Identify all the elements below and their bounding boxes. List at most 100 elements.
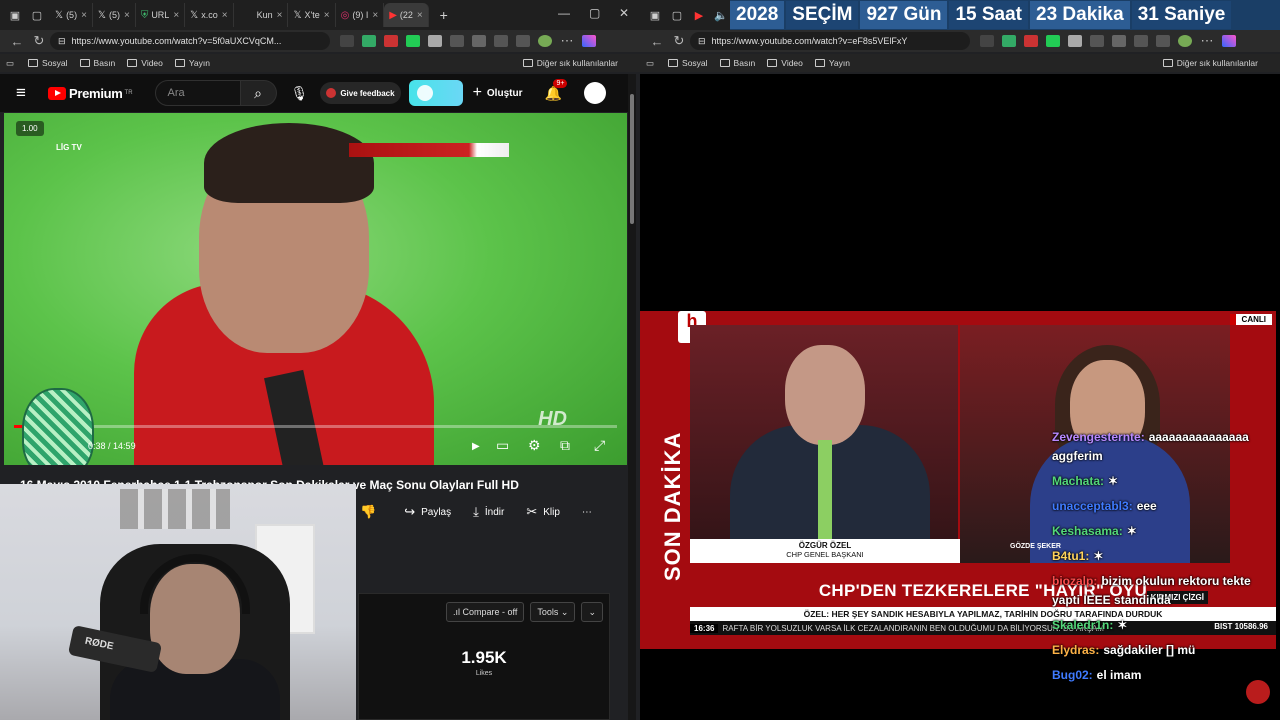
close-tab-icon[interactable]: × [124,10,130,21]
favorites-icon[interactable] [494,35,508,47]
shield-icon[interactable] [516,35,530,47]
play-icon[interactable]: ▶ [472,441,480,452]
extension-icon[interactable] [1024,35,1038,47]
bookmark-sosyal[interactable]: Sosyal [28,58,68,68]
account-avatar[interactable] [583,82,606,104]
mic-icon[interactable]: 🎙 [291,85,309,102]
tab-6[interactable]: ◎ (9) I × [336,3,385,27]
back-icon[interactable]: ← [6,34,28,49]
extension-icon[interactable] [450,35,464,47]
other-bookmarks[interactable]: Diğer sık kullanılanlar [1162,54,1258,72]
back-icon[interactable]: ← [646,34,668,49]
expand-dropdown[interactable]: ⌄ [581,602,603,622]
speaker-icon[interactable]: 🔈 [712,6,730,24]
bookmark-video[interactable]: Video [767,58,803,68]
compare-button[interactable]: .ıl Compare - off [446,602,525,622]
site-info-icon[interactable]: ⊟ [698,36,706,47]
extension-icon[interactable] [340,35,354,47]
extension-icon[interactable] [406,35,420,47]
live-stream-view[interactable]: h CANLI SON DAKİKA ÖZGÜR ÖZEL CHP GENEL … [640,74,1280,720]
search-input[interactable]: Ara [154,80,241,106]
tab-active-youtube[interactable]: ▶ (22 × [384,3,429,27]
bookmark-basin[interactable]: Basın [79,58,115,68]
youtube-logo[interactable]: Premium TR [48,86,133,101]
close-tab-icon[interactable]: × [277,10,283,21]
favorites-icon[interactable] [1134,35,1148,47]
tab-5[interactable]: 𝕏 X'te × [288,3,336,27]
tools-dropdown[interactable]: Tools ⌄ [530,602,576,622]
share-button[interactable]: ↪ Paylaş [404,504,451,520]
close-tab-icon[interactable]: × [372,10,378,21]
copilot-icon[interactable] [1222,35,1236,47]
tab-4[interactable]: Kun × [252,3,289,27]
bookmark-yayin[interactable]: Yayın [174,58,210,68]
profile-avatar[interactable] [538,35,552,47]
extension-toggle-button[interactable] [408,80,463,106]
url-field[interactable]: ⊟ https://www.youtube.com/watch?v=eF8s5V… [690,32,970,50]
url-field[interactable]: ⊟ https://www.youtube.com/watch?v=5f0aUX… [50,32,330,50]
bookmark-video[interactable]: Video [127,58,163,68]
extension-icon[interactable] [362,35,376,47]
extension-icon[interactable] [1002,35,1016,47]
tab-list-icon[interactable]: ▭ [6,58,14,69]
fullscreen-icon[interactable]: ⤢ [594,437,605,454]
settings-icon[interactable]: ⚙ [528,437,541,454]
extension-icon[interactable] [428,35,442,47]
close-tab-icon[interactable]: × [324,10,330,21]
subtitles-icon[interactable]: ▭ [496,437,509,454]
reload-icon[interactable]: ↻ [668,33,690,49]
new-tab-icon[interactable]: + [435,6,453,24]
more-menu-icon[interactable]: ⋯ [1196,33,1218,49]
maximize-icon[interactable]: ▢ [589,6,600,20]
extension-icon[interactable] [980,35,994,47]
tab-list-icon[interactable]: ▭ [646,58,654,69]
notifications-icon[interactable]: 🔔 9+ [544,78,568,102]
close-tab-icon[interactable]: × [222,10,228,21]
search-icon[interactable]: ⌕ [240,80,277,106]
give-feedback-button[interactable]: Give feedback [320,82,401,104]
youtube-icon[interactable]: ▶ [690,6,708,24]
tab-actions-icon[interactable]: ▢ [28,6,46,24]
close-window-icon[interactable]: ✕ [619,6,629,20]
dislike-button[interactable]: 👎 [360,504,382,520]
other-bookmarks[interactable]: Diğer sık kullanılanlar [522,54,618,72]
video-player[interactable]: 1.00 LİG TV HD 0:38 / 14:59 ▶ ▭ ⚙ ⧉ ⤢ [4,113,627,465]
extension-icon[interactable] [384,35,398,47]
shield-icon[interactable] [1156,35,1170,47]
copilot-icon[interactable] [582,35,596,47]
profile-avatar[interactable] [1178,35,1192,47]
bookmark-sosyal[interactable]: Sosyal [668,58,708,68]
scrollbar-thumb[interactable] [630,94,634,224]
bookmark-yayin[interactable]: Yayın [814,58,850,68]
site-info-icon[interactable]: ⊟ [58,36,66,47]
more-menu-icon[interactable]: ⋯ [556,33,578,49]
tab-actions-icon[interactable]: ▢ [668,6,686,24]
tab-1[interactable]: 𝕏 (5) × [93,3,136,27]
tab-0[interactable]: 𝕏 (5) × [50,3,93,27]
playback-speed[interactable]: 1.00 [16,121,44,136]
close-tab-icon[interactable]: × [81,10,87,21]
extension-icon[interactable] [472,35,486,47]
clip-button[interactable]: ✂ Klip [526,504,560,520]
more-actions-icon[interactable]: ⋯ [582,507,592,518]
miniplayer-icon[interactable]: ⧉ [560,437,570,454]
extension-icon[interactable] [1068,35,1082,47]
extension-icon[interactable] [1112,35,1126,47]
tab-2[interactable]: ⛨ URL × [136,3,186,27]
page-scrollbar[interactable] [628,74,636,720]
reload-icon[interactable]: ↻ [28,33,50,49]
extension-icon[interactable] [1090,35,1104,47]
close-tab-icon[interactable]: × [417,10,423,21]
menu-icon[interactable]: ≡ [16,83,34,103]
progress-bar[interactable] [14,425,617,428]
bookmark-basin[interactable]: Basın [719,58,755,68]
create-button[interactable]: + Oluştur [473,84,523,102]
minimize-icon[interactable]: — [558,6,570,20]
tab-3[interactable]: 𝕏x.co × [185,3,234,27]
close-tab-icon[interactable]: × [173,10,179,21]
workspaces-icon[interactable]: ▣ [6,6,24,24]
download-button[interactable]: ⤓ İndir [473,504,504,520]
webcam-wall-photos [120,489,230,529]
extension-icon[interactable] [1046,35,1060,47]
workspaces-icon[interactable]: ▣ [646,6,664,24]
